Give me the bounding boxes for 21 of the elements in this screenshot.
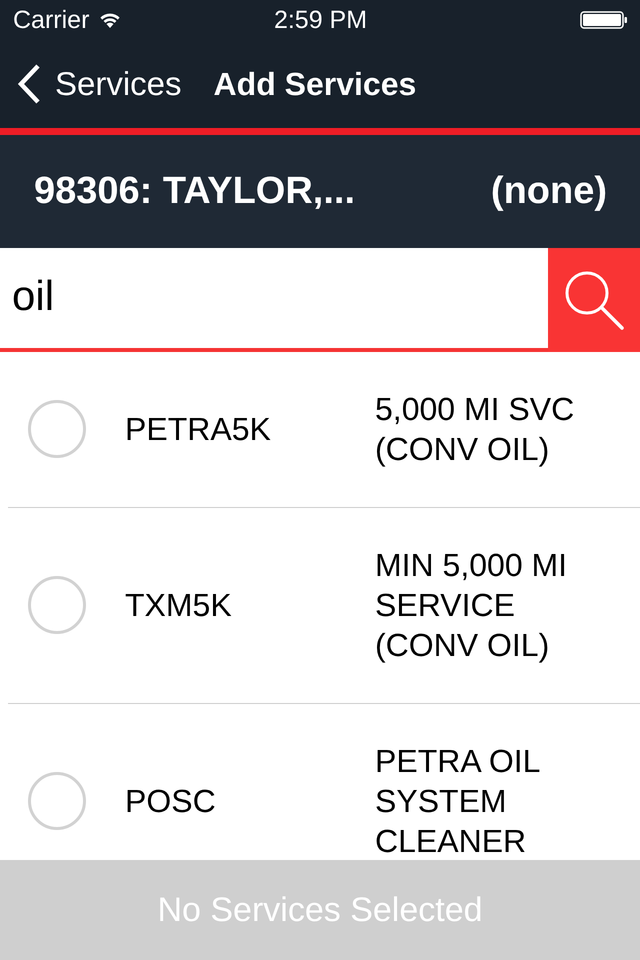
battery-icon [580, 11, 628, 29]
service-description: 5,000 MI SVC (CONV OIL) [375, 390, 576, 469]
vehicle-label: (none) [490, 170, 607, 213]
carrier-label: Carrier [13, 6, 90, 34]
screen-title: Add Services [214, 66, 416, 102]
service-code: PETRA5K [125, 410, 271, 448]
service-code: TXM5K [125, 586, 232, 624]
service-description: PETRA OIL SYSTEM CLEANER [375, 742, 540, 860]
status-time: 2:59 PM [274, 6, 368, 34]
service-description: MIN 5,000 MI SERVICE (CONV OIL) [375, 546, 568, 665]
radio-button[interactable] [28, 772, 86, 830]
service-code: POSC [125, 782, 216, 820]
chevron-left-icon [17, 64, 41, 104]
back-label: Services [55, 65, 182, 103]
search-button[interactable] [548, 248, 640, 352]
customer-name: 98306: TAYLOR,... [34, 170, 356, 213]
search-icon [563, 269, 625, 331]
radio-button[interactable] [28, 400, 86, 458]
back-button[interactable]: Services [17, 64, 182, 104]
wifi-icon [99, 12, 122, 28]
radio-button[interactable] [28, 576, 86, 634]
